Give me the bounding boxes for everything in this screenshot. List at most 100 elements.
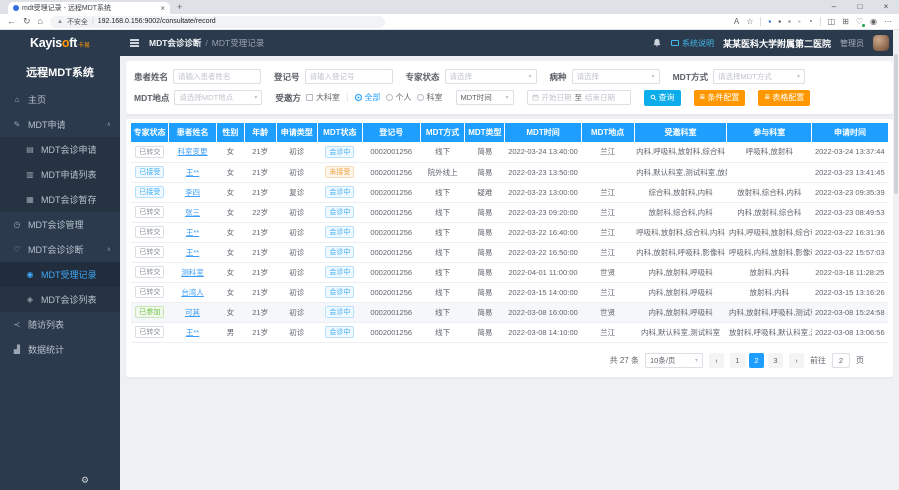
- table-row[interactable]: 已转交测科室女21岁初诊会诊中0002001256线下简易2022-04-01 …: [131, 262, 888, 282]
- sidebar-group-mdt-apply[interactable]: ✎MDT申请∧: [0, 112, 120, 137]
- patient-name-link[interactable]: 测科室: [181, 268, 204, 277]
- sidebar-item-mdt-consult-list[interactable]: ◈MDT会诊列表: [0, 287, 120, 312]
- split-screen-icon[interactable]: ◫: [828, 18, 836, 26]
- reg-no-cell: 0002001256: [362, 202, 420, 222]
- page-button-3[interactable]: 3: [768, 353, 783, 368]
- tab-close-icon[interactable]: ×: [160, 4, 165, 13]
- goto-page-input[interactable]: [832, 353, 850, 368]
- logo-text: Kayisoft: [30, 36, 77, 50]
- browser-essentials-icon[interactable]: ♡: [856, 18, 863, 26]
- address-bar[interactable]: ▲ 不安全 | 192.168.0.156:9002/consultate/re…: [50, 16, 385, 28]
- expert-status-select[interactable]: 请选择▾: [445, 69, 537, 84]
- extension-4-icon[interactable]: ▪: [798, 18, 801, 26]
- sidebar-item-mdt-accept-records[interactable]: ◉MDT受理记录: [0, 262, 120, 287]
- invited-depts-cell: 内科,呼吸科,放射科,综合科: [634, 142, 727, 162]
- mdt-time-cell: 2022-03-23 13:00:00: [505, 182, 581, 202]
- column-header-4: 申请类型: [276, 123, 318, 142]
- user-avatar[interactable]: [873, 35, 889, 51]
- column-header-10: MDT地点: [581, 123, 634, 142]
- table-row[interactable]: 已转交王**女21岁初诊会诊中0002001256线下简易2022-03-22 …: [131, 242, 888, 262]
- favorites-star-icon[interactable]: ☆: [746, 18, 753, 26]
- invitee-radio-all[interactable]: 全部: [355, 92, 381, 103]
- sidebar-item-mdt-apply-list[interactable]: ▥MDT申请列表: [0, 162, 120, 187]
- browser-tab[interactable]: mdt受理记录 - 远程MDT系统 ×: [8, 2, 170, 14]
- sidebar-group-mdt-diagnose[interactable]: ♡MDT会诊诊断∧: [0, 237, 120, 262]
- table-row[interactable]: 已转交科室变更女21岁初诊会诊中0002001256线下简易2022-03-24…: [131, 142, 888, 162]
- breadcrumb-parent[interactable]: MDT会诊诊断: [149, 37, 201, 49]
- page-button-2[interactable]: 2: [749, 353, 764, 368]
- date-range-picker[interactable]: 开始日期 至 结束日期: [527, 90, 631, 105]
- back-icon[interactable]: ←: [7, 17, 16, 26]
- sidebar-item-data-stats[interactable]: ▟数据统计: [0, 337, 120, 362]
- expert-status-cell: 已转交: [131, 282, 169, 302]
- mdt-time-cell: 2022-03-08 16:00:00: [505, 302, 581, 322]
- patient-name-link[interactable]: 李四: [185, 188, 200, 197]
- patient-name-link[interactable]: 张三: [185, 208, 200, 217]
- apply-time-cell: 2022-03-24 13:37:44: [812, 142, 888, 162]
- disease-select[interactable]: 请选择▾: [572, 69, 660, 84]
- expert-status-cell: 已转交: [131, 242, 169, 262]
- profile-icon[interactable]: ◉: [870, 18, 877, 26]
- search-icon: [650, 94, 657, 101]
- table-row[interactable]: 已接受李四女21岁复诊会诊中0002001256线下疑难2022-03-23 1…: [131, 182, 888, 202]
- sidebar-item-mdt-consult-apply[interactable]: ▤MDT会诊申请: [0, 137, 120, 162]
- table-row[interactable]: 已接受王**女21岁初诊未接受0002001256院外线上简易2022-03-2…: [131, 162, 888, 182]
- table-row[interactable]: 已转交台湾人女21岁初诊会诊中0002001256线下简易2022-03-15 …: [131, 282, 888, 302]
- sidebar-item-home[interactable]: ⌂主页: [0, 87, 120, 112]
- home-icon[interactable]: ⌂: [38, 17, 43, 26]
- mdt-mode-cell: 线下: [420, 242, 465, 262]
- patient-name-input[interactable]: [173, 69, 261, 84]
- table-config-button[interactable]: ≣表格配置: [758, 90, 810, 106]
- app-logo[interactable]: Kayisoft 卡易: [0, 36, 120, 50]
- prev-page-button[interactable]: ‹: [709, 353, 724, 368]
- mdt-time-select[interactable]: MDT时间▾: [456, 90, 514, 105]
- condition-config-button[interactable]: ≣条件配置: [694, 90, 746, 106]
- big-dept-checkbox[interactable]: 大科室: [306, 92, 340, 103]
- read-aloud-icon[interactable]: A: [734, 18, 739, 26]
- invitee-radio-personal[interactable]: 个人: [386, 92, 412, 103]
- patient-name-cell: 王**: [169, 162, 217, 182]
- patient-name-link[interactable]: 王**: [186, 328, 199, 337]
- apply-type-cell: 初诊: [276, 262, 318, 282]
- patient-name-link[interactable]: 王**: [186, 228, 199, 237]
- gear-icon[interactable]: ⚙: [81, 475, 89, 486]
- patient-name-link[interactable]: 王**: [186, 248, 199, 257]
- system-help-link[interactable]: 系统说明: [671, 38, 714, 49]
- patient-name-link[interactable]: 王**: [186, 168, 199, 177]
- patient-name-link[interactable]: 台湾人: [181, 288, 204, 297]
- window-restore-button[interactable]: □: [847, 0, 873, 14]
- extension-3-icon[interactable]: ▪: [788, 18, 791, 26]
- more-menu-icon[interactable]: ⋯: [884, 18, 892, 26]
- reg-no-input[interactable]: [305, 69, 393, 84]
- page-button-1[interactable]: 1: [730, 353, 745, 368]
- page-scrollbar[interactable]: [893, 30, 899, 490]
- extension-2-icon[interactable]: ▪: [778, 18, 781, 26]
- mdt-place-cell: 兰江: [581, 222, 634, 242]
- refresh-icon[interactable]: ↻: [23, 17, 31, 26]
- collections-icon[interactable]: ⊞: [842, 18, 849, 26]
- search-button[interactable]: 查询: [644, 90, 681, 106]
- sidebar-item-mdt-consult-manage[interactable]: ◷MDT会诊管理: [0, 212, 120, 237]
- sidebar-menu: ⌂主页✎MDT申请∧▤MDT会诊申请▥MDT申请列表▦MDT会诊暂存◷MDT会诊…: [0, 87, 120, 362]
- sidebar-item-mdt-consult-draft[interactable]: ▦MDT会诊暂存: [0, 187, 120, 212]
- next-page-button[interactable]: ›: [789, 353, 804, 368]
- invitee-radio-dept[interactable]: 科室: [417, 92, 443, 103]
- patient-name-link[interactable]: 可其: [185, 308, 200, 317]
- copilot-icon[interactable]: ◔: [808, 18, 813, 26]
- page-size-select[interactable]: 10条/页▾: [645, 353, 703, 368]
- sidebar-item-followup-list[interactable]: ≺随访列表: [0, 312, 120, 337]
- bell-icon[interactable]: [652, 38, 662, 48]
- mdt-place-select[interactable]: 请选择MDT地点▾: [174, 90, 262, 105]
- window-minimize-button[interactable]: –: [821, 0, 847, 14]
- window-close-button[interactable]: ×: [873, 0, 899, 14]
- mdt-mode-select[interactable]: 请选择MDT方式▾: [713, 69, 805, 84]
- patient-name-link[interactable]: 科室变更: [178, 147, 208, 156]
- extension-1-icon[interactable]: ▪: [768, 18, 771, 26]
- table-row[interactable]: 已参加可其女21岁初诊会诊中0002001256线下简易2022-03-08 1…: [131, 302, 888, 322]
- table-row[interactable]: 已转交张三女22岁初诊会诊中0002001256线下简易2022-03-23 0…: [131, 202, 888, 222]
- new-tab-button[interactable]: +: [177, 1, 182, 14]
- table-row[interactable]: 已转交王**男21岁初诊会诊中0002001256线下简易2022-03-08 …: [131, 322, 888, 342]
- collapse-menu-icon[interactable]: [130, 42, 139, 44]
- scrollbar-thumb[interactable]: [894, 54, 898, 194]
- table-row[interactable]: 已转交王**女21岁初诊会诊中0002001256线下简易2022-03-22 …: [131, 222, 888, 242]
